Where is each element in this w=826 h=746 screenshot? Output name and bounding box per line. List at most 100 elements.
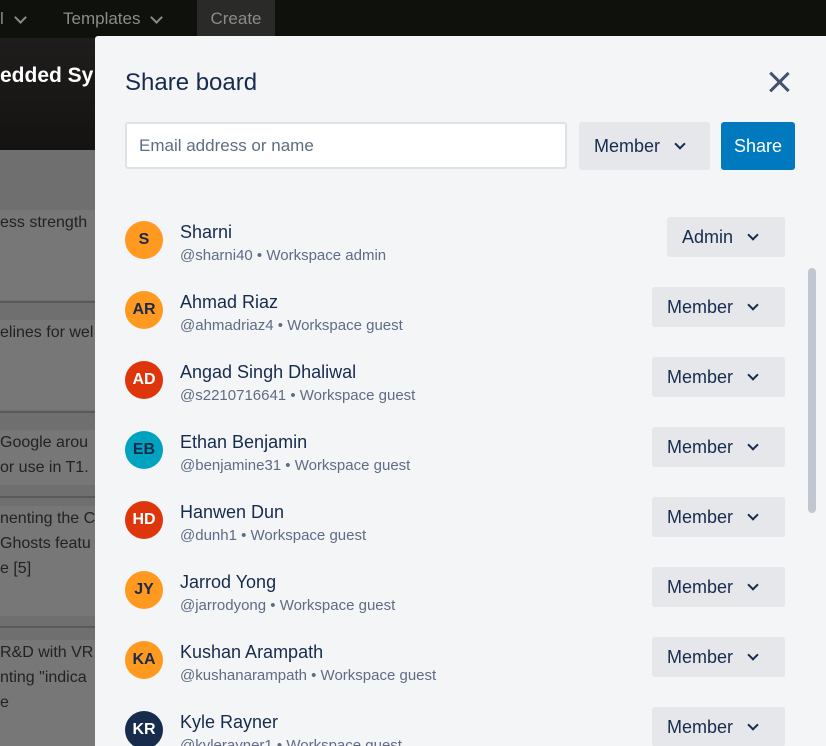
board-title: edded Sy [0,64,94,87]
role-label: Member [667,576,734,597]
role-label: Member [667,366,734,387]
member-name: Jarrod Yong [180,572,277,592]
avatar[interactable]: EB [125,431,163,469]
board-card[interactable]: ess strength [0,210,95,300]
member-name: Kyle Rayner [180,712,279,732]
member-row: KA Kushan Arampath @kushanarampath • Wor… [95,624,805,694]
member-role-dropdown[interactable]: Member [652,497,785,537]
divider [0,301,95,303]
role-label: Member [667,646,734,667]
card-text: elines for wel [0,324,94,341]
member-name: Kushan Arampath [180,642,324,662]
board-card[interactable]: nenting the C Ghosts featu e [5] [0,506,95,616]
card-text: nenting the C [0,510,95,527]
card-text: e [0,694,9,711]
board-card[interactable]: R&D with VR nting "indica e [0,640,95,746]
chevron-down-icon [747,299,759,311]
role-label: Member [667,716,734,737]
share-board-dialog: Share board Member Share S Sharni @sharn… [95,36,826,746]
member-username: @jarrodyong • Workspace guest [180,597,396,614]
create-button[interactable]: Create [197,0,275,38]
role-label: Admin [682,226,734,247]
member-username: @dunh1 • Workspace guest [180,527,367,544]
member-username: @s2210716641 • Workspace guest [180,387,416,404]
nav-menu-partial[interactable]: l [0,9,27,29]
chevron-down-icon [747,439,759,451]
member-role-dropdown[interactable]: Member [652,707,785,746]
nav-menu-label: l [0,9,4,28]
member-username: @kylerayner1 • Workspace guest [180,737,402,746]
role-select-label: Member [594,135,661,156]
create-label: Create [210,9,262,28]
top-navigation-bar: l Templates Create [0,0,826,38]
member-role-dropdown[interactable]: Admin [667,217,785,257]
member-row: KR Kyle Rayner @kylerayner1 • Workspace … [95,694,805,746]
card-text: Google arou [0,434,89,451]
member-role-dropdown[interactable]: Member [652,567,785,607]
templates-menu[interactable]: Templates [63,9,164,29]
scrollbar-thumb[interactable] [808,268,816,513]
member-role-dropdown[interactable]: Member [652,287,785,327]
chevron-down-icon [747,649,759,661]
member-username: @sharni40 • Workspace admin [180,247,387,264]
chevron-down-icon [747,579,759,591]
share-button-label: Share [733,135,783,156]
member-list-scrollbar[interactable] [805,196,817,746]
card-text: or use in T1. [0,459,89,476]
avatar-initials: EB [132,441,156,458]
email-or-name-input[interactable] [125,122,567,169]
avatar[interactable]: JY [125,571,163,609]
member-role-dropdown[interactable]: Member [652,637,785,677]
role-label: Member [667,296,734,317]
member-username: @ahmadriaz4 • Workspace guest [180,317,403,334]
board-card[interactable]: elines for wel [0,320,95,410]
close-icon[interactable] [766,69,792,95]
card-text: nting "indica [0,669,87,686]
board-card[interactable]: Google arou or use in T1. [0,430,95,485]
member-name: Sharni [180,222,233,242]
chevron-down-icon [13,10,27,24]
chevron-down-icon [747,369,759,381]
avatar[interactable]: HD [125,501,163,539]
avatar-initials: AR [132,301,156,318]
share-button[interactable]: Share [721,122,795,170]
role-select-dropdown[interactable]: Member [579,122,710,170]
chevron-down-icon [747,719,759,731]
member-role-dropdown[interactable]: Member [652,357,785,397]
divider [0,626,95,628]
member-row: EB Ethan Benjamin @benjamine31 • Workspa… [95,414,805,484]
member-name: Hanwen Dun [180,502,285,522]
divider [0,411,95,413]
member-name: Ahmad Riaz [180,292,279,312]
avatar-initials: HD [132,511,156,528]
chevron-down-icon [747,509,759,521]
templates-label: Templates [63,9,141,28]
member-row: AR Ahmad Riaz @ahmadriaz4 • Workspace gu… [95,274,805,344]
dialog-title: Share board [125,69,258,96]
member-row: AD Angad Singh Dhaliwal @s2210716641 • W… [95,344,805,414]
role-label: Member [667,506,734,527]
avatar[interactable]: AR [125,291,163,329]
member-name: Ethan Benjamin [180,432,308,452]
avatar[interactable]: KA [125,641,163,679]
member-row: HD Hanwen Dun @dunh1 • Workspace guest M… [95,484,805,554]
avatar-initials: JY [134,581,154,598]
divider [0,496,95,498]
member-username: @kushanarampath • Workspace guest [180,667,437,684]
member-name: Angad Singh Dhaliwal [180,362,357,382]
avatar[interactable]: KR [125,711,163,746]
card-text: R&D with VR [0,644,94,661]
member-username: @benjamine31 • Workspace guest [180,457,411,474]
avatar[interactable]: AD [125,361,163,399]
member-row: JY Jarrod Yong @jarrodyong • Workspace g… [95,554,805,624]
card-text: e [5] [0,560,32,577]
avatar-initials: AD [132,371,156,388]
card-text: Ghosts featu [0,535,91,552]
avatar-initials: KA [132,651,156,668]
role-label: Member [667,436,734,457]
chevron-down-icon [150,10,164,24]
avatar[interactable]: S [125,221,163,259]
member-list: S Sharni @sharni40 • Workspace admin Adm… [95,204,805,746]
member-role-dropdown[interactable]: Member [652,427,785,467]
chevron-down-icon [674,138,686,150]
